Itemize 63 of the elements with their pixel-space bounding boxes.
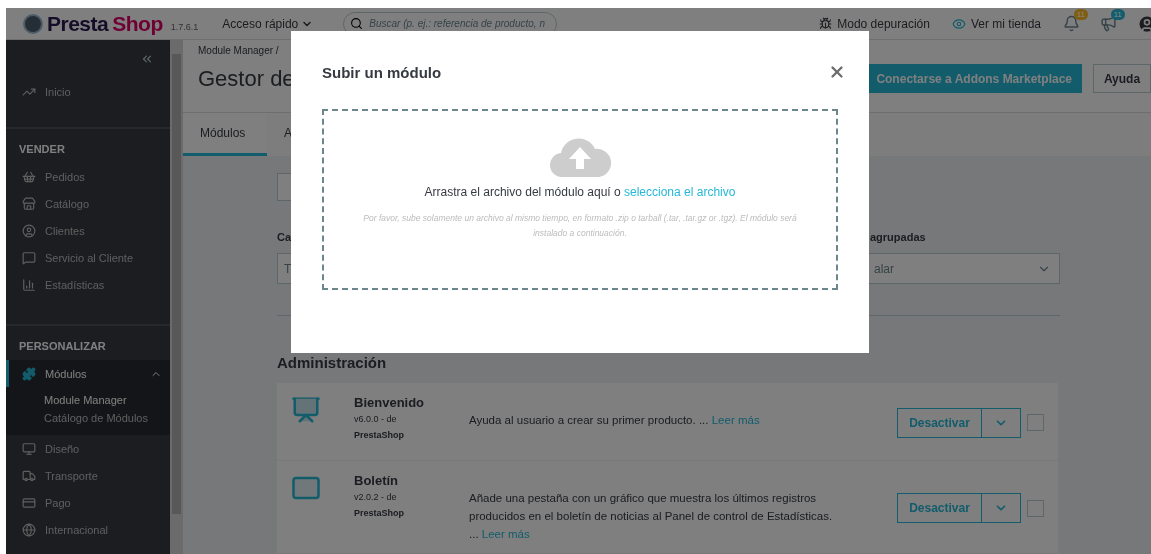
sidebar-item[interactable]: Transporte [6,462,170,489]
select-file-link[interactable]: selecciona el archivo [624,185,736,199]
sidebar-item[interactable]: Internacional [6,516,170,543]
version: 1.7.6.1 [170,21,199,32]
checkbox[interactable] [1027,499,1044,517]
group-label: agrupadas [869,231,927,245]
module-author: PrestaShop [354,508,405,518]
drop-zone[interactable] [322,109,838,290]
monitor-icon [22,441,36,456]
bell-icon[interactable] [1063,15,1080,32]
chat-icon [22,250,36,265]
count-badge: 11 [1110,9,1125,20]
sidebar-heading: PERSONALIZAR [18,339,107,354]
sidebar-item[interactable]: Diseño [6,435,170,462]
module-description: Añade una pestaña con un gráfico que muestra los últimos registros producidos en el boletín de noticias al Panel de control de Estadísticas. ... Leer más [469,491,834,542]
read-more-link[interactable]: Leer más [711,414,760,426]
truck-icon [22,468,36,483]
eye-icon [951,16,966,31]
submenu-item[interactable]: Catálogo de Módulos [6,409,170,427]
megaphone-icon[interactable] [1100,15,1117,32]
sidebar-item[interactable]: Pedidos [6,163,170,190]
module-author: PrestaShop [354,430,405,440]
sidebar-item[interactable]: Pago [6,489,170,516]
section-title: Administración [277,354,388,371]
sidebar-item[interactable]: Estadísticas [6,271,170,298]
sidebar-item[interactable]: Inicio [6,78,170,105]
module-version: v2.0.2 - de [354,492,398,502]
module-name: Bienvenido [354,395,426,410]
module-version: v6.0.0 - de [354,414,398,424]
search-icon [350,17,364,30]
submenu-item[interactable]: Module Manager [6,391,170,409]
sidebar-item[interactable]: Catálogo [6,190,170,217]
count-badge: 11 [1073,9,1088,20]
drop-instructions: Arrastra el archivo del módulo aquí o selecciona el archivo [424,185,736,199]
sidebar-item[interactable]: Servicio al Cliente [6,244,170,271]
view-store-link[interactable]: Ver mi tienda [951,16,1041,31]
checkbox[interactable] [1027,414,1044,431]
globe-icon [22,522,36,537]
sidebar-item[interactable]: Clientes [6,217,170,244]
card-icon [22,495,36,510]
puzzle-icon [22,366,36,381]
user-icon[interactable] [1137,13,1151,34]
scrollbar[interactable] [170,40,183,554]
store-icon [22,196,36,211]
read-more-link[interactable]: Leer más [481,528,530,540]
collapse-icon[interactable] [140,52,154,66]
dialog-title: Subir un módulo [322,63,442,81]
quick-access-button[interactable]: Acceso rápido [218,16,318,31]
bug-icon [819,17,833,30]
sidebar-item[interactable]: Módulos [6,360,170,387]
presentation-icon [291,395,321,425]
breadcrumb: Module Manager / [198,45,280,56]
close-button[interactable] [828,63,846,81]
category-label: Ca [277,231,293,245]
help-button[interactable]: Ayuda [1093,64,1151,93]
module-description: Ayuda al usuario a crear su primer producto. ... Leer más [469,413,761,428]
debug-link[interactable]: Modo depuración [819,16,930,31]
logo[interactable]: Presta Shop [23,11,163,36]
basket-icon [22,169,36,184]
user-icon [22,223,36,238]
sidebar-heading: VENDER [18,142,66,157]
module-name: Boletín [354,473,400,488]
chart-icon [22,277,36,292]
